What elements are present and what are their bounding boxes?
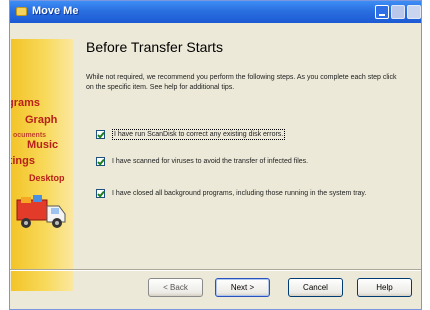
intro-text: While not required, we recommend you per… [86,74,397,91]
help-button[interactable]: Help [357,278,412,297]
button-separator [10,269,421,271]
banner-word: grams [11,97,41,109]
checkbox[interactable] [96,130,105,139]
checkbox-label[interactable]: I have run ScanDisk to correct any exist… [112,129,286,140]
banner-word: Desktop [29,173,65,183]
back-button[interactable]: < Back [148,278,203,297]
maximize-button[interactable] [391,5,405,19]
checkbox-label[interactable]: I have closed all background programs, i… [112,189,397,198]
banner-word: ocuments [13,132,47,139]
window-title: Move Me [32,5,79,17]
app-icon [16,7,27,16]
close-button[interactable] [407,5,421,19]
moving-truck-icon [16,195,66,228]
banner-word: Graph [25,114,58,126]
minimize-button[interactable] [375,5,389,19]
banner-word: Music [27,139,59,151]
checkbox[interactable] [96,189,105,198]
next-button[interactable]: Next > [215,278,270,297]
banner-word: ttings [11,155,35,167]
sidebar-banner: grams Graph ocuments Music ttings Deskto… [11,39,73,291]
title-bar[interactable]: Move Me [10,1,421,23]
cancel-button[interactable]: Cancel [288,278,343,297]
checkbox-label[interactable]: I have scanned for viruses to avoid the … [112,157,308,166]
checkbox[interactable] [96,157,105,166]
page-title: Before Transfer Starts [86,39,223,55]
move-me-window: Move Me grams Graph ocuments Music tting… [9,0,422,310]
